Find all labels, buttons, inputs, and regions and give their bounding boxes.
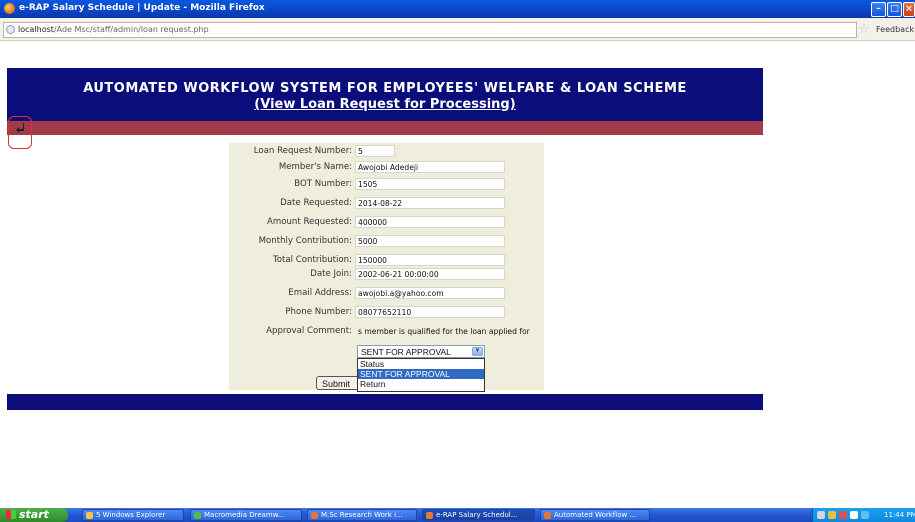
status-option[interactable]: Return (358, 379, 484, 389)
taskbar-item-erap-salary[interactable]: e-RAP Salary Schedul... (422, 509, 535, 521)
monthly-contribution-field[interactable]: 5000 (355, 235, 505, 247)
back-arrow-icon (16, 123, 24, 133)
banner-stripe (7, 121, 763, 135)
tray-icon[interactable] (861, 511, 869, 519)
submit-button[interactable]: Submit (316, 376, 360, 390)
approval-comment-field[interactable]: s member is qualified for the loan appli… (355, 325, 544, 337)
status-option[interactable]: Status (358, 359, 484, 369)
taskbar-item-dreamweaver[interactable]: Macromedia Dreamw... (190, 509, 302, 521)
amount-requested-label: Amount Requested: (266, 217, 352, 227)
members-name-label: Member's Name: (278, 162, 352, 172)
tray-icon[interactable] (839, 511, 847, 519)
status-select-value: SENT FOR APPROVAL (361, 347, 451, 357)
tray-icon[interactable] (817, 511, 825, 519)
maximize-button[interactable]: □ (887, 2, 902, 17)
email-address-field[interactable]: awojobi.a@yahoo.com (355, 287, 505, 299)
back-button[interactable] (8, 116, 32, 149)
date-requested-row: Date Requested: 2014-08-22 (229, 196, 544, 212)
start-button[interactable]: start (0, 508, 68, 522)
taskbar-item-label: Macromedia Dreamw... (204, 511, 285, 519)
phone-number-row: Phone Number: 08077652110 (229, 305, 544, 321)
tray-icon[interactable] (850, 511, 858, 519)
date-requested-label: Date Requested: (280, 198, 352, 208)
firefox-icon (544, 512, 551, 519)
globe-icon (6, 25, 15, 34)
date-join-row: Date Join: 2002-06-21 00:00:00 (229, 267, 544, 283)
bot-number-row: BOT Number: 1505 (229, 177, 544, 193)
taskbar-item-label: Automated Workflow ... (554, 511, 637, 519)
folder-icon (86, 512, 93, 519)
taskbar-item-label: M.Sc Research Work i... (321, 511, 403, 519)
status-option-selected[interactable]: SENT FOR APPROVAL (358, 369, 484, 379)
date-requested-field[interactable]: 2014-08-22 (355, 197, 505, 209)
taskbar-item-label: 5 Windows Explorer (96, 511, 166, 519)
email-address-row: Email Address: awojobi.a@yahoo.com (229, 286, 544, 302)
total-contribution-field[interactable]: 150000 (355, 254, 505, 266)
status-dropdown-list: Status SENT FOR APPROVAL Return (357, 358, 485, 392)
amount-requested-row: Amount Requested: 400000 (229, 215, 544, 231)
taskbar-item-windows-explorer[interactable]: 5 Windows Explorer (82, 509, 184, 521)
firefox-icon (426, 512, 433, 519)
dreamweaver-icon (194, 512, 201, 519)
members-name-field[interactable]: Awojobi Adedeji (355, 161, 505, 173)
close-button[interactable]: × (903, 2, 915, 17)
windows-logo-icon (6, 510, 16, 519)
start-label: start (19, 508, 49, 521)
bot-number-label: BOT Number: (294, 179, 352, 189)
feedback-link[interactable]: Feedback (876, 25, 914, 34)
page-title: AUTOMATED WORKFLOW SYSTEM FOR EMPLOYEES'… (83, 81, 687, 96)
firefox-icon (4, 3, 15, 14)
phone-number-field[interactable]: 08077652110 (355, 306, 505, 318)
date-join-field[interactable]: 2002-06-21 00:00:00 (355, 268, 505, 280)
star-icon[interactable]: ☆ (857, 23, 871, 37)
loan-request-number-label: Loan Request Number: (253, 146, 352, 156)
status-select[interactable]: SENT FOR APPROVAL ▼ (357, 345, 485, 358)
phone-number-label: Phone Number: (285, 307, 352, 317)
amount-requested-field[interactable]: 400000 (355, 216, 505, 228)
navigation-bar: localhost/Ade Msc/staff/admin/loan reque… (0, 18, 915, 41)
firefox-icon (311, 512, 318, 519)
page-footer-bar (7, 394, 763, 410)
clock: 11:44 PM (884, 511, 915, 519)
tray-icon[interactable] (828, 511, 836, 519)
loan-request-number-field[interactable]: 5 (355, 145, 395, 157)
page-banner: AUTOMATED WORKFLOW SYSTEM FOR EMPLOYEES'… (7, 68, 763, 121)
taskbar-item-research-work[interactable]: M.Sc Research Work i... (307, 509, 417, 521)
approval-comment-row: Approval Comment: s member is qualified … (229, 324, 544, 340)
taskbar-item-label: e-RAP Salary Schedul... (436, 511, 518, 519)
total-contribution-label: Total Contribution: (272, 255, 352, 265)
system-tray: 11:44 PM (812, 508, 915, 522)
date-join-label: Date Join: (310, 269, 352, 279)
taskbar-item-automated-workflow[interactable]: Automated Workflow ... (540, 509, 650, 521)
minimize-button[interactable]: – (871, 2, 886, 17)
members-name-row: Member's Name: Awojobi Adedeji (229, 160, 544, 176)
page-subtitle-link[interactable]: (View Loan Request for Processing) (7, 97, 763, 112)
bot-number-field[interactable]: 1505 (355, 178, 505, 190)
window-title-bar: e-RAP Salary Schedule | Update - Mozilla… (0, 0, 915, 18)
window-title: e-RAP Salary Schedule | Update - Mozilla… (19, 3, 265, 13)
address-url[interactable]: localhost/Ade Msc/staff/admin/loan reque… (18, 25, 209, 34)
monthly-contribution-label: Monthly Contribution: (258, 236, 352, 246)
approval-comment-label: Approval Comment: (266, 326, 352, 336)
email-address-label: Email Address: (288, 288, 352, 298)
taskbar: start 5 Windows Explorer Macromedia Drea… (0, 508, 915, 522)
loan-request-number-row: Loan Request Number: 5 (229, 144, 544, 160)
chevron-down-icon[interactable]: ▼ (472, 347, 483, 356)
address-bar[interactable]: localhost/Ade Msc/staff/admin/loan reque… (3, 22, 857, 38)
monthly-contribution-row: Monthly Contribution: 5000 (229, 234, 544, 250)
